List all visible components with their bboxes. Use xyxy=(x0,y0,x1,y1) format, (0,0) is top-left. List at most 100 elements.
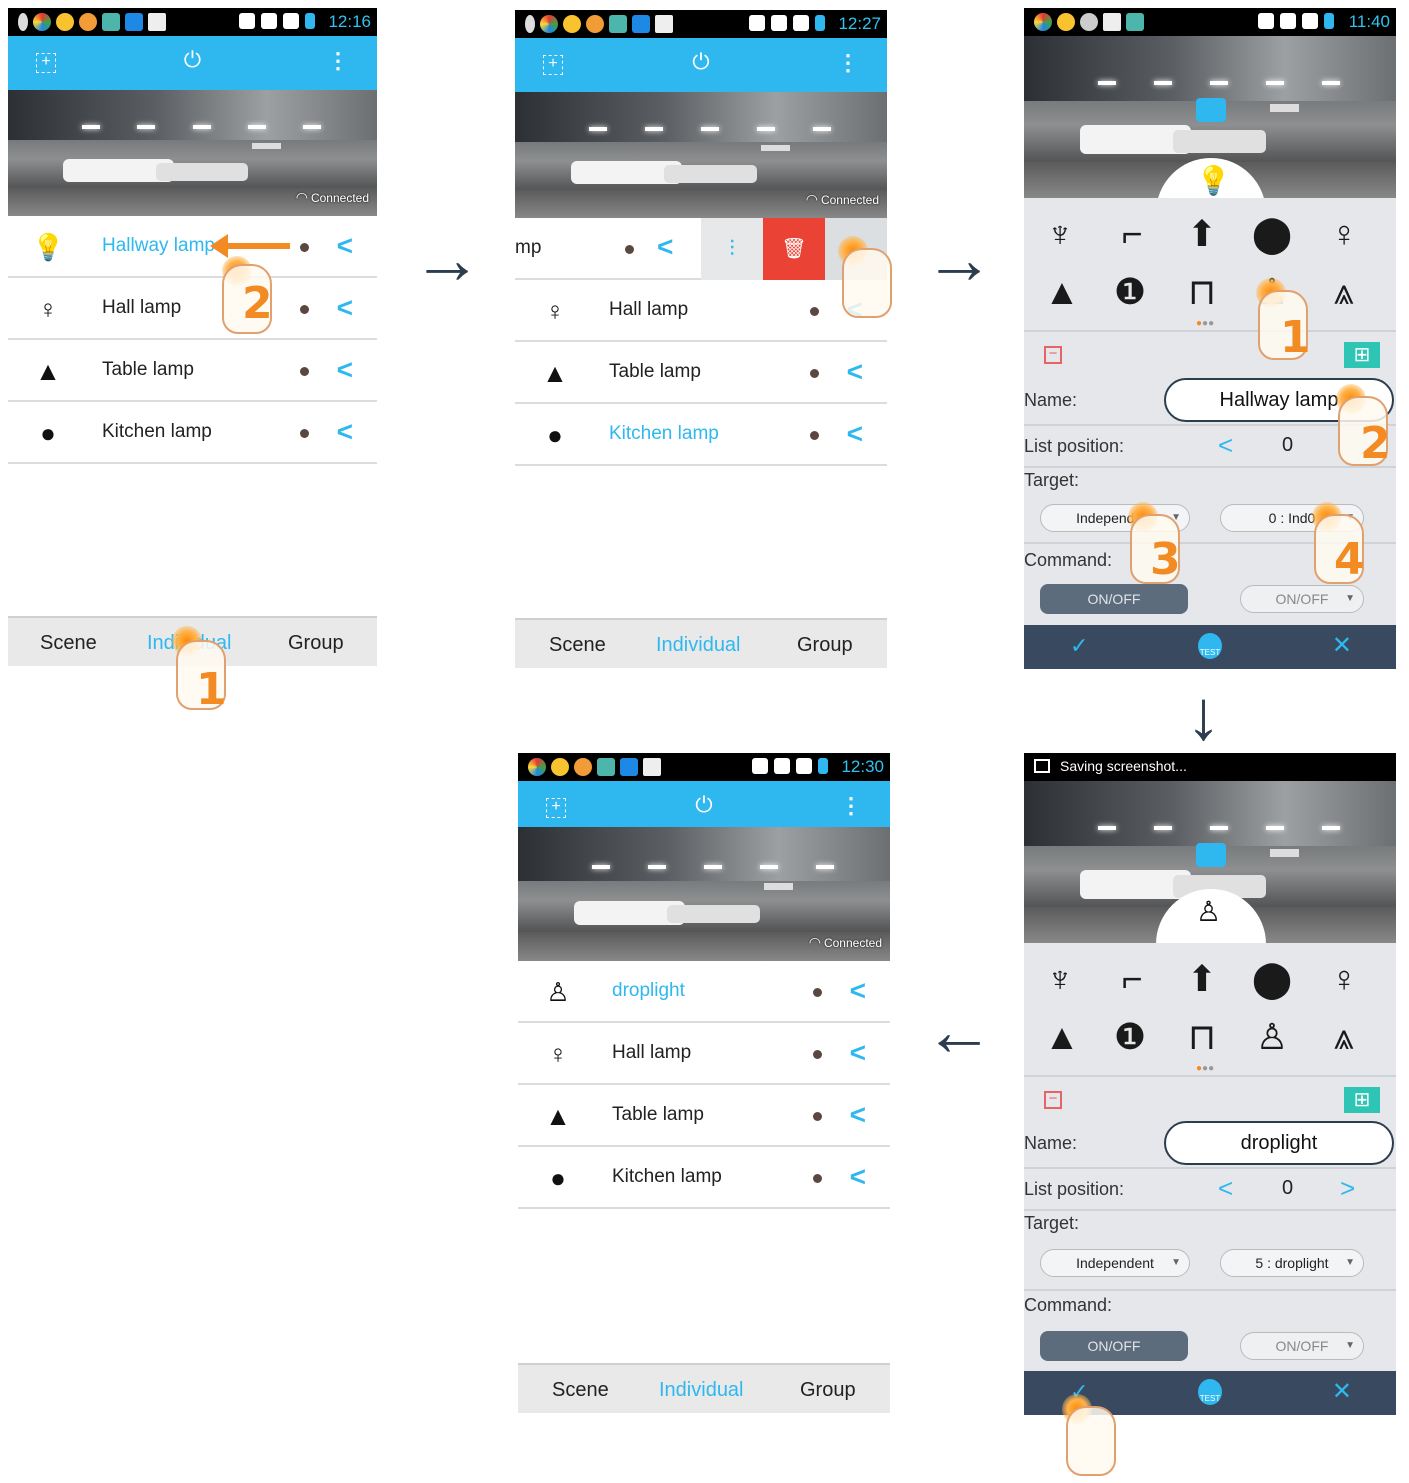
camera-icon[interactable] xyxy=(1196,98,1226,122)
lightbulb-outline-icon[interactable]: ♀ xyxy=(1320,210,1368,258)
name-input[interactable]: droplight xyxy=(1164,1121,1394,1165)
delete-button[interactable]: 🗑 xyxy=(763,218,825,280)
app-icon xyxy=(1034,13,1052,31)
wall-lamp-icon[interactable]: ⊓ xyxy=(1178,268,1226,316)
app-icon xyxy=(597,758,615,776)
track-light-icon[interactable]: ⌐ xyxy=(1108,955,1156,1003)
remove-button[interactable]: − xyxy=(1044,346,1062,364)
numbered-bulb-icon[interactable]: ❶ xyxy=(1106,1013,1154,1061)
floor-lamp-icon[interactable]: ⬆ xyxy=(1178,955,1226,1003)
test-button[interactable]: TEST xyxy=(1198,633,1222,659)
chevron-left-icon[interactable]: < xyxy=(1218,430,1233,461)
chevron-left-icon[interactable]: < xyxy=(850,974,866,1008)
power-icon[interactable]: ⏻ xyxy=(690,791,718,819)
tab-scene[interactable]: Scene xyxy=(552,1379,609,1402)
chevron-left-icon[interactable]: < xyxy=(847,355,863,389)
ceiling-lamp-icon[interactable]: ⩓ xyxy=(1320,268,1368,316)
overflow-menu-icon[interactable]: ⋮ xyxy=(327,46,349,76)
step-number: 4 xyxy=(1334,534,1365,585)
list-item[interactable]: ● Kitchen lamp < xyxy=(8,402,377,464)
chevron-left-icon[interactable]: < xyxy=(850,1036,866,1070)
target-id-select[interactable]: 5 : droplight ▼ xyxy=(1220,1249,1364,1277)
table-lamp-icon[interactable]: ▲ xyxy=(1038,1013,1086,1061)
chevron-left-icon[interactable]: < xyxy=(337,415,353,449)
command-select[interactable]: ON/OFF ▼ xyxy=(1240,1332,1364,1360)
list-item[interactable]: ♀ Hall lamp < xyxy=(515,280,887,342)
overflow-menu-icon[interactable]: ⋮ xyxy=(840,791,862,821)
flow-arrow-left-icon: ← xyxy=(924,992,994,1070)
close-icon[interactable]: ✕ xyxy=(1332,1377,1352,1406)
power-icon[interactable]: ⏻ xyxy=(687,48,715,76)
target-mode-select[interactable]: Independent ▼ xyxy=(1040,1249,1190,1277)
tab-scene[interactable]: Scene xyxy=(40,632,97,655)
remove-button[interactable]: − xyxy=(1044,1091,1062,1109)
command-button[interactable]: ON/OFF xyxy=(1040,1331,1188,1361)
chevron-left-icon[interactable]: < xyxy=(847,417,863,451)
status-dot xyxy=(625,245,634,254)
swiped-list-item[interactable]: mp < ⫶ 🗑 xyxy=(515,218,887,280)
track-light-icon[interactable]: ⌐ xyxy=(1108,210,1156,258)
confirm-icon[interactable]: ✓ xyxy=(1070,633,1088,659)
connection-status: ◠ Connected xyxy=(808,934,882,950)
add-button[interactable]: ⊞ xyxy=(1344,342,1380,368)
chandelier-icon[interactable]: ♆ xyxy=(1036,955,1084,1003)
list-item[interactable]: ● Kitchen lamp < xyxy=(515,404,887,466)
list-item[interactable]: 💡 Hallway lamp < xyxy=(8,216,377,278)
system-icons xyxy=(1258,13,1334,29)
app-icon xyxy=(620,758,638,776)
name-label: Name: xyxy=(1024,390,1078,410)
adjust-button[interactable]: ⫶ xyxy=(701,218,763,280)
close-icon[interactable]: ✕ xyxy=(1332,631,1352,660)
tab-individual[interactable]: Individual xyxy=(659,1379,744,1402)
chevron-left-icon[interactable]: < xyxy=(1218,1173,1233,1204)
bulb-icon[interactable]: ⬤ xyxy=(1248,210,1296,258)
chandelier-icon[interactable]: ♆ xyxy=(1036,210,1084,258)
chevron-left-icon[interactable]: < xyxy=(850,1098,866,1132)
sim-icon xyxy=(796,758,812,774)
list-item[interactable]: ▲ Table lamp < xyxy=(8,340,377,402)
power-icon[interactable]: ⏻ xyxy=(179,46,207,74)
chevron-left-icon[interactable]: < xyxy=(337,353,353,387)
chevron-right-icon[interactable]: > xyxy=(1340,1173,1355,1204)
tab-group[interactable]: Group xyxy=(797,634,853,657)
ceiling-lamp-icon[interactable]: ⩓ xyxy=(1320,1013,1368,1061)
tab-group[interactable]: Group xyxy=(800,1379,856,1402)
lightbulb-outline-icon[interactable]: ♀ xyxy=(1320,955,1368,1003)
numbered-bulb-icon[interactable]: ❶ xyxy=(1106,268,1154,316)
numbered-bulb-icon: ● xyxy=(40,418,56,448)
flow-arrow-right-icon: → xyxy=(412,220,482,298)
list-item[interactable]: ● Kitchen lamp < xyxy=(518,1147,890,1209)
app-icon xyxy=(1057,13,1075,31)
tab-individual[interactable]: Individual xyxy=(656,634,741,657)
camera-icon[interactable] xyxy=(1196,843,1226,867)
connection-status: ◠ Connected xyxy=(295,189,369,205)
chevron-left-icon[interactable]: < xyxy=(337,291,353,325)
list-item[interactable]: ▲ Table lamp < xyxy=(518,1085,890,1147)
chevron-left-icon[interactable]: < xyxy=(850,1160,866,1194)
droplight-icon[interactable]: ♙ xyxy=(1248,1013,1296,1061)
list-item[interactable]: ♙ droplight < xyxy=(518,961,890,1023)
table-lamp-icon: ▲ xyxy=(545,1101,571,1131)
list-item[interactable]: ♀ Hall lamp < xyxy=(518,1023,890,1085)
chevron-left-icon[interactable]: < xyxy=(657,231,673,263)
list-item[interactable]: ♀ Hall lamp < xyxy=(8,278,377,340)
add-icon[interactable]: + xyxy=(543,55,563,75)
add-button[interactable]: ⊞ xyxy=(1344,1087,1380,1113)
chevron-left-icon[interactable]: < xyxy=(337,229,353,263)
floor-lamp-icon[interactable]: ⬆ xyxy=(1178,210,1226,258)
tab-group[interactable]: Group xyxy=(288,632,344,655)
wall-lamp-icon[interactable]: ⊓ xyxy=(1178,1013,1226,1061)
add-icon[interactable]: + xyxy=(36,53,56,73)
bulb-icon[interactable]: ⬤ xyxy=(1248,955,1296,1003)
table-lamp-icon[interactable]: ▲ xyxy=(1038,268,1086,316)
overflow-menu-icon[interactable]: ⋮ xyxy=(837,48,859,78)
test-button[interactable]: TEST xyxy=(1198,1379,1222,1405)
command-button[interactable]: ON/OFF xyxy=(1040,584,1188,614)
battery-icon xyxy=(1324,13,1334,29)
command-select[interactable]: ON/OFF ▼ xyxy=(1240,585,1364,613)
target-label: Target: xyxy=(1024,470,1080,490)
lamp-icon-grid: ♆ ⌐ ⬆ ⬤ ♀ ▲ ❶ ⊓ ♙ ⩓ ●●● xyxy=(1024,198,1396,330)
list-item[interactable]: ▲ Table lamp < xyxy=(515,342,887,404)
add-icon[interactable]: + xyxy=(546,798,566,818)
tab-scene[interactable]: Scene xyxy=(549,634,606,657)
